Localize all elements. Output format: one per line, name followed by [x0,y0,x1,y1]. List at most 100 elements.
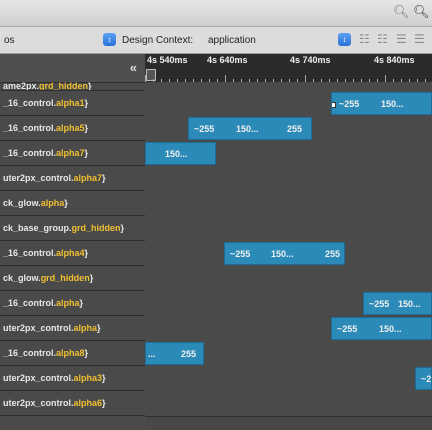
property-row-label[interactable]: _16_control.alpha1} [0,91,145,116]
zoom-out-icon[interactable]: 🔍︎ [393,4,410,20]
property-path: ck_glow. [3,198,41,208]
property-name: alpha3 [73,373,103,383]
property-row-label[interactable]: uter2px_control.alpha3} [0,366,145,391]
animation-clip[interactable]: ~255 150... [331,92,432,115]
ruler-tick [145,75,146,82]
design-context-label: Design Context: [122,35,194,46]
property-name: alpha [73,323,98,333]
property-name: alpha6 [73,398,103,408]
left-popup-button[interactable]: ↕ [103,33,116,46]
property-name: alpha7 [56,148,85,158]
property-name: alpha8 [56,348,85,358]
property-suffix: } [97,323,101,333]
property-path: ck_glow. [3,273,41,283]
property-row-label[interactable]: uter2px_control.alpha7} [0,166,145,191]
ruler-label: 4s 540ms [147,55,188,65]
clip-value: 150... [398,299,421,309]
timeline-track-row[interactable] [145,391,432,417]
keyframe-icon[interactable]: ☰ [414,32,425,46]
animation-clip[interactable]: 150...255 [145,142,216,165]
property-path: uter2px_control. [3,398,74,408]
property-name: grd_hidden [40,273,90,283]
clip-value: ~255 [369,299,390,309]
timeline-track-row[interactable] [145,216,432,242]
property-path: _16_control. [3,248,57,258]
animation-clip[interactable]: ~255 150... [363,292,432,315]
animation-clip[interactable]: ~255 150... 255 [224,242,345,265]
timeline-track-row[interactable] [145,191,432,217]
timeline-header-left: « [0,54,145,83]
property-path: _16_control. [3,98,57,108]
clip-value: 255 [325,249,341,259]
property-name: grd_hidden [39,82,89,91]
property-name: alpha [56,298,80,308]
clip-value: 255 [287,124,303,134]
property-suffix: } [120,223,125,233]
keyframe-marker[interactable] [332,102,336,108]
animation-clip[interactable]: ~255 150... [331,317,432,340]
clip-value: ~255 [194,124,215,134]
align-right-icon[interactable]: ☷ [377,32,388,46]
property-suffix: } [88,82,92,91]
property-path: _16_control. [3,148,57,158]
property-suffix: } [64,198,68,208]
timeline-track-row[interactable] [145,266,432,292]
property-name: alpha5 [56,123,85,133]
property-row-label[interactable]: uter2px_control.alpha6} [0,391,145,416]
clip-value: ~255 [230,249,251,259]
property-suffix: } [84,98,89,108]
animation-clip[interactable]: ~255 150... 255 [188,117,312,140]
property-path: _16_control. [3,298,57,308]
property-row-label[interactable]: uter2px_control.alpha} [0,316,145,341]
clip-value: ... [148,349,156,359]
property-row-label[interactable]: ck_glow.alpha} [0,191,145,216]
property-list: « ame2px.grd_hidden} _16_control.alpha1} _… [0,54,145,430]
property-path: _16_control. [3,348,57,358]
property-row-label[interactable]: _16_control.alpha8} [0,341,145,366]
ruler-label: 4s 840ms [374,55,415,65]
animation-clip[interactable]: ~2 [415,367,432,390]
toolbar-left-text: os [4,35,15,46]
property-path: uter2px_control. [3,373,74,383]
design-context-popup-button[interactable]: ↕ [338,33,351,46]
property-suffix: } [84,248,89,258]
timeline-track-row[interactable] [145,166,432,192]
property-suffix: } [79,298,84,308]
ruler-label: 4s 640ms [207,55,248,65]
property-row-label[interactable]: _16_control.alpha} [0,291,145,316]
align-left-icon[interactable]: ☷ [359,32,370,46]
distribute-icon[interactable]: ☰ [396,32,407,46]
property-row-label[interactable]: _16_control.alpha4} [0,241,145,266]
ruler-tick [305,75,306,82]
property-name: alpha7 [73,173,103,183]
clip-value: 150... [381,99,404,109]
time-ruler[interactable]: 4s 540ms 4s 640ms 4s 740ms 4s 840ms [145,54,432,83]
property-path: ame2px. [3,82,40,91]
timeline-track-row[interactable] [145,366,432,392]
property-path: uter2px_control. [3,173,74,183]
clip-value: 150... [379,324,402,334]
property-suffix: } [84,148,89,158]
property-path: uter2px_control. [3,323,74,333]
property-row-label[interactable]: ame2px.grd_hidden} [0,82,145,91]
property-row-label[interactable]: _16_control.alpha7} [0,141,145,166]
property-row-label[interactable]: ck_glow.grd_hidden} [0,266,145,291]
property-row-label[interactable]: _16_control.alpha5} [0,116,145,141]
ruler-tick [225,75,226,82]
clip-value: 150... [271,249,294,259]
property-name: alpha1 [56,98,85,108]
property-suffix: } [84,123,89,133]
playhead-marker[interactable] [146,69,156,81]
timeline-tracks: 4s 540ms 4s 640ms 4s 740ms 4s 840ms ~255… [145,54,432,430]
collapse-button[interactable]: « [130,60,137,75]
property-suffix: } [89,273,94,283]
property-name: grd_hidden [71,223,121,233]
clip-value: ~255 [339,99,360,109]
property-row-label[interactable]: ck_base_group.grd_hidden} [0,216,145,241]
design-context-value[interactable]: application [208,35,256,46]
clip-value: 255 [181,349,197,359]
zoom-in-icon[interactable]: 🔍︎ [413,4,430,20]
animation-clip[interactable]: ... 255 [145,342,204,365]
title-bar: 🔍︎ 🔍︎ [0,0,432,27]
ruler-tick [385,75,386,82]
